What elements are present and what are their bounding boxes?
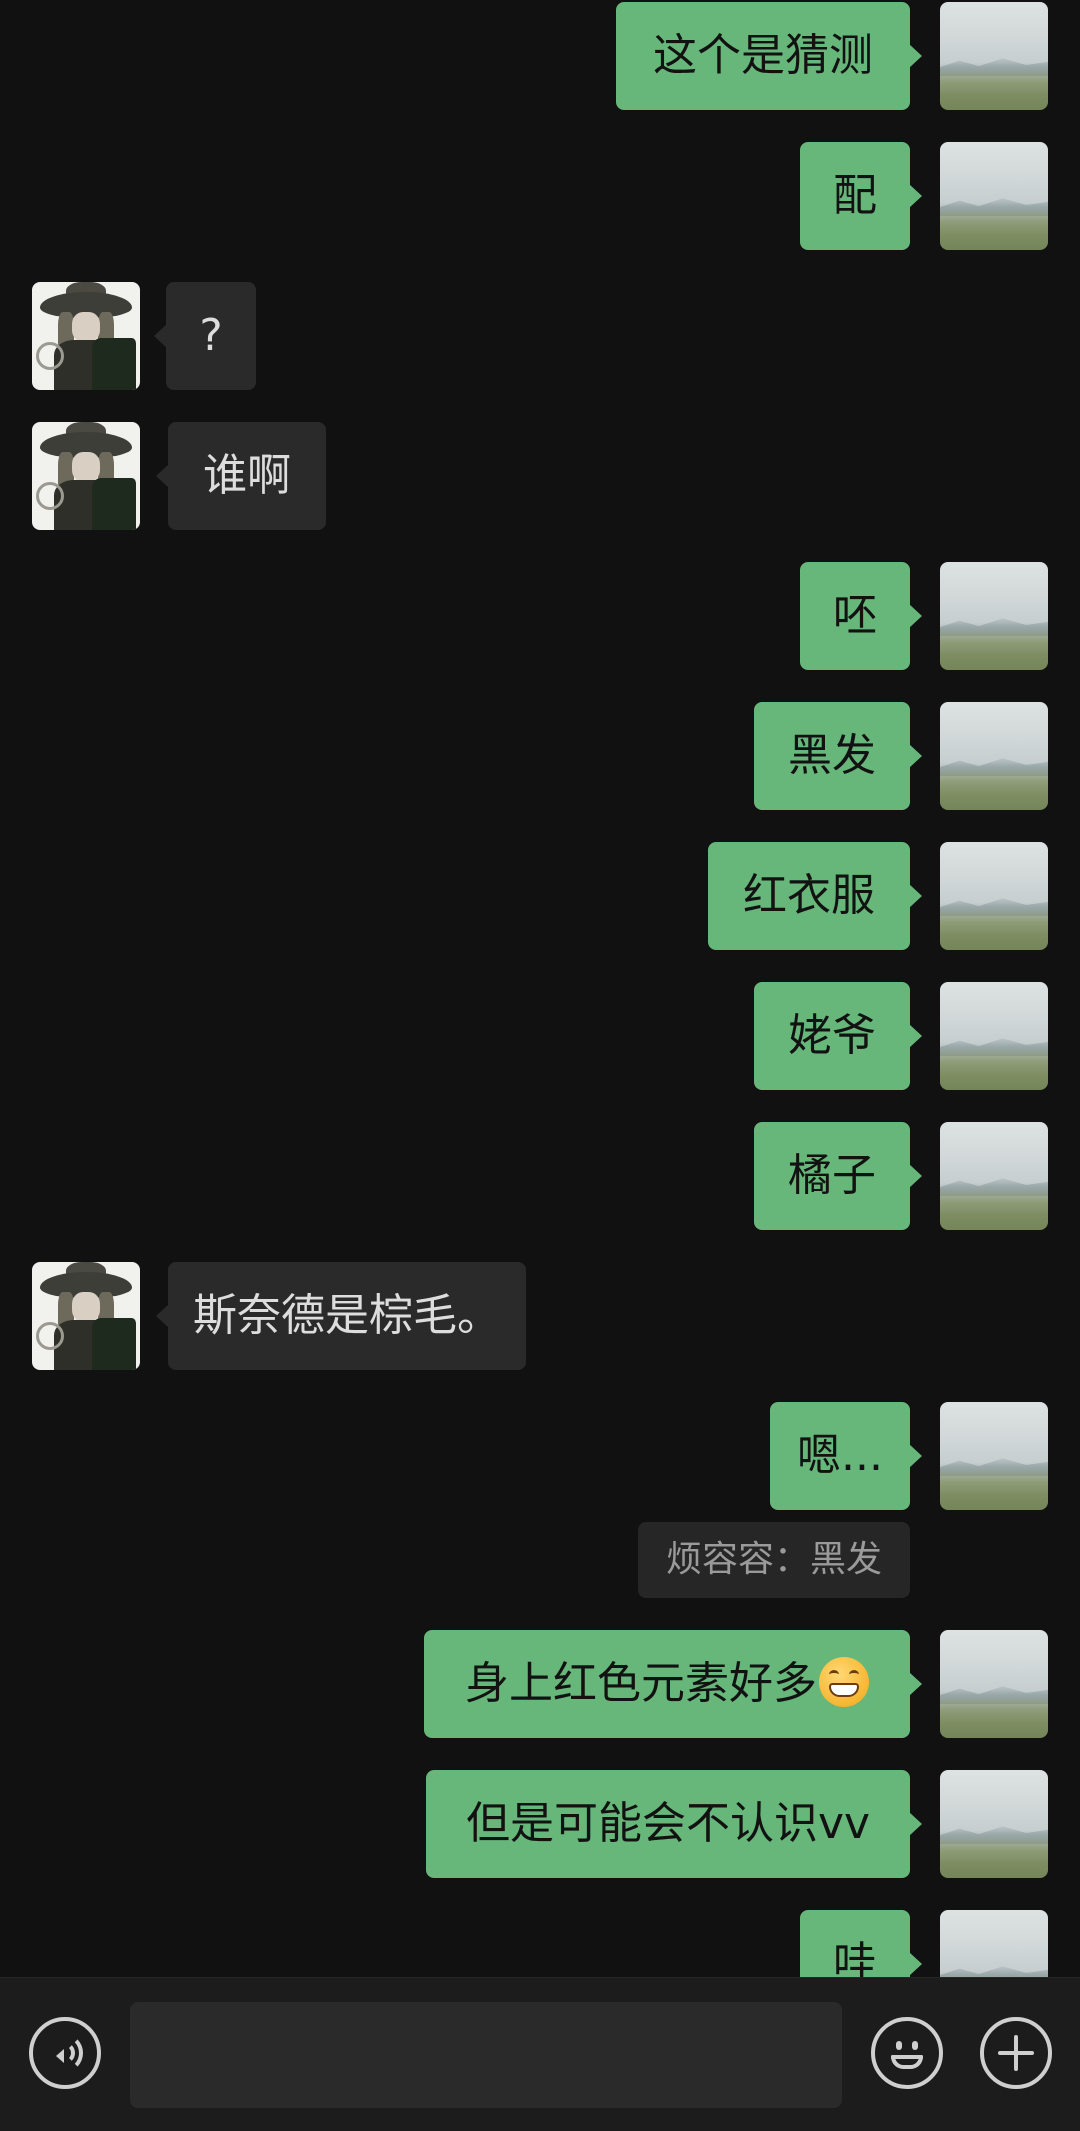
- message-bubble[interactable]: 橘子: [754, 1122, 922, 1230]
- message-row: 姥爷: [0, 982, 1080, 1090]
- my-avatar[interactable]: [940, 1770, 1048, 1878]
- contact-avatar[interactable]: [32, 422, 140, 530]
- plus-icon[interactable]: [980, 2017, 1052, 2089]
- message-bubble[interactable]: 这个是猜测: [616, 2, 922, 110]
- message-row: 呸: [0, 562, 1080, 670]
- message-bubble[interactable]: 红衣服: [708, 842, 922, 950]
- voice-icon[interactable]: [29, 2017, 101, 2089]
- quoted-message[interactable]: 烦容容：黑发: [638, 1522, 910, 1598]
- message-row: 身上红色元素好多: [0, 1630, 1080, 1738]
- my-avatar[interactable]: [940, 1402, 1048, 1510]
- message-row: 但是可能会不认识vv: [0, 1770, 1080, 1878]
- my-avatar[interactable]: [940, 1630, 1048, 1738]
- chat-message-list[interactable]: 这个是猜测 配 ? 谁啊 呸 黑发 红衣服 姥爷 橘子 斯奈德是棕毛。 嗯...…: [0, 0, 1080, 1977]
- contact-avatar[interactable]: [32, 1262, 140, 1370]
- message-bubble[interactable]: ?: [154, 282, 256, 390]
- my-avatar[interactable]: [940, 1910, 1048, 1977]
- my-avatar[interactable]: [940, 702, 1048, 810]
- message-bubble[interactable]: 呸: [800, 562, 922, 670]
- message-bubble[interactable]: 谁啊: [156, 422, 326, 530]
- my-avatar[interactable]: [940, 1122, 1048, 1230]
- message-input[interactable]: [130, 2002, 842, 2108]
- my-avatar[interactable]: [940, 842, 1048, 950]
- message-row: 配: [0, 142, 1080, 250]
- message-row: 黑发: [0, 702, 1080, 810]
- my-avatar[interactable]: [940, 982, 1048, 1090]
- message-bubble[interactable]: 但是可能会不认识vv: [426, 1770, 922, 1878]
- my-avatar[interactable]: [940, 142, 1048, 250]
- message-row: ?: [0, 282, 1080, 390]
- message-row: 斯奈德是棕毛。: [0, 1262, 1080, 1370]
- message-bubble[interactable]: 斯奈德是棕毛。: [156, 1262, 526, 1370]
- message-bubble[interactable]: 配: [800, 142, 922, 250]
- message-bubble[interactable]: 身上红色元素好多: [424, 1630, 922, 1738]
- message-bubble[interactable]: 姥爷: [754, 982, 922, 1090]
- emoji-icon[interactable]: [871, 2017, 943, 2089]
- message-row: 谁啊: [0, 422, 1080, 530]
- chat-input-bar: [0, 1977, 1080, 2131]
- message-row: 这个是猜测: [0, 2, 1080, 110]
- message-row: 哇: [0, 1910, 1080, 1977]
- my-avatar[interactable]: [940, 2, 1048, 110]
- contact-avatar[interactable]: [32, 282, 140, 390]
- message-bubble[interactable]: 嗯...: [770, 1402, 922, 1510]
- message-bubble[interactable]: 哇: [800, 1910, 922, 1977]
- message-row: 嗯...: [0, 1402, 1080, 1510]
- message-text: 身上红色元素好多: [465, 1658, 817, 1709]
- message-row: 红衣服: [0, 842, 1080, 950]
- message-bubble[interactable]: 黑发: [754, 702, 922, 810]
- my-avatar[interactable]: [940, 562, 1048, 670]
- grinning-face-emoji-icon: [819, 1657, 869, 1707]
- message-row: 橘子: [0, 1122, 1080, 1230]
